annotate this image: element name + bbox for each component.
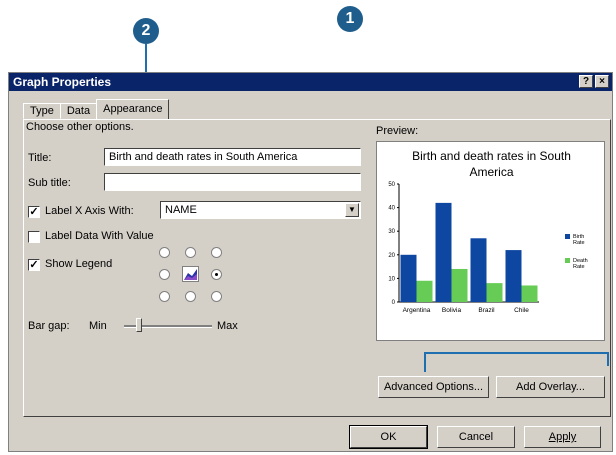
tab-strip: Type Data Appearance <box>23 99 170 119</box>
close-button[interactable]: × <box>595 75 609 88</box>
title-bar: Graph Properties ? × <box>9 73 612 91</box>
legend-pos-bottom-left[interactable] <box>159 291 170 302</box>
ok-button[interactable]: OK <box>349 425 428 449</box>
legend-label: Rate <box>573 264 585 270</box>
bar-chile-death-rate <box>521 285 538 302</box>
show-legend-checkbox[interactable]: ✓ <box>28 259 40 271</box>
label-x-axis-value: NAME <box>165 204 197 216</box>
window-title: Graph Properties <box>13 75 112 89</box>
legend-pos-top-left[interactable] <box>159 247 170 258</box>
y-tick-label: 0 <box>392 300 396 306</box>
callout-badge-1: 1 <box>337 6 363 32</box>
bar-gap-min-label: Min <box>89 320 107 332</box>
bar-gap-label: Bar gap: <box>28 320 70 332</box>
bar-bolivia-death-rate <box>451 268 468 302</box>
legend-label: Rate <box>573 240 585 246</box>
legend-swatch <box>565 234 570 239</box>
bar-argentina-birth-rate <box>400 254 417 302</box>
title-label: Title: <box>28 152 52 164</box>
bar-bolivia-birth-rate <box>435 202 452 302</box>
y-tick-label: 20 <box>388 253 395 259</box>
bar-gap-max-label: Max <box>217 320 238 332</box>
y-tick-label: 10 <box>388 276 395 282</box>
chart-preview: Birth and death rates in South America 0… <box>376 141 605 341</box>
x-tick-label: Chile <box>514 307 529 314</box>
label-data-label: Label Data With Value <box>45 230 154 242</box>
bar-argentina-death-rate <box>416 280 433 302</box>
chart-title: Birth and death rates in South America <box>412 149 571 179</box>
chevron-down-icon[interactable]: ▼ <box>345 203 359 217</box>
callout-1-line-down <box>424 352 426 372</box>
preview-caption: Preview: <box>376 125 419 137</box>
title-field[interactable]: Birth and death rates in South America <box>104 148 361 166</box>
bar-brazil-birth-rate <box>470 238 487 302</box>
add-overlay-button[interactable]: Add Overlay... <box>496 376 605 398</box>
apply-button[interactable]: Apply <box>524 426 601 448</box>
label-data-checkbox[interactable] <box>28 231 40 243</box>
y-tick-label: 50 <box>388 182 395 188</box>
help-button[interactable]: ? <box>579 75 593 88</box>
legend-pos-bottom-center[interactable] <box>185 291 196 302</box>
legend-pos-top-right[interactable] <box>211 247 222 258</box>
label-x-axis-label: Label X Axis With: <box>45 205 134 217</box>
advanced-options-button[interactable]: Advanced Options... <box>378 376 489 398</box>
tab-type[interactable]: Type <box>23 103 61 119</box>
callout-1-line-horizontal <box>425 352 609 354</box>
graph-properties-dialog: Graph Properties ? × Type Data Appearanc… <box>8 72 613 452</box>
subtitle-field[interactable] <box>104 173 361 191</box>
bar-chart: 01020304050Argentina Bolivia Brazil ChileBi… <box>388 182 587 314</box>
legend-pos-bottom-right[interactable] <box>211 291 222 302</box>
x-tick-label: Brazil <box>478 307 495 314</box>
y-tick-label: 40 <box>388 206 395 212</box>
appearance-panel: Choose other options. Title: Birth and d… <box>23 119 611 417</box>
legend-pos-right[interactable] <box>211 269 222 280</box>
tab-appearance[interactable]: Appearance <box>96 99 170 119</box>
subtitle-label: Sub title: <box>28 177 71 189</box>
legend-pos-top-center[interactable] <box>185 247 196 258</box>
tab-data[interactable]: Data <box>59 103 98 119</box>
x-tick-label: Bolivia <box>442 307 462 314</box>
legend-pos-left[interactable] <box>159 269 170 280</box>
label-x-axis-checkbox[interactable]: ✓ <box>28 206 40 218</box>
bar-gap-slider-thumb[interactable] <box>135 318 142 332</box>
bar-chile-birth-rate <box>505 250 522 302</box>
label-x-axis-combo[interactable]: NAME ▼ <box>160 201 361 219</box>
x-tick-label: Argentina <box>403 307 431 314</box>
legend-swatch <box>565 258 570 263</box>
chart-thumbnail-icon <box>182 266 199 282</box>
cancel-button[interactable]: Cancel <box>437 426 515 448</box>
apply-label: Apply <box>548 431 577 443</box>
y-tick-label: 30 <box>388 229 395 235</box>
callout-badge-2: 2 <box>133 18 159 44</box>
section-caption: Choose other options. <box>26 121 134 133</box>
show-legend-label: Show Legend <box>45 258 113 270</box>
callout-1-line-vertical <box>607 354 609 366</box>
bar-brazil-death-rate <box>486 283 503 302</box>
